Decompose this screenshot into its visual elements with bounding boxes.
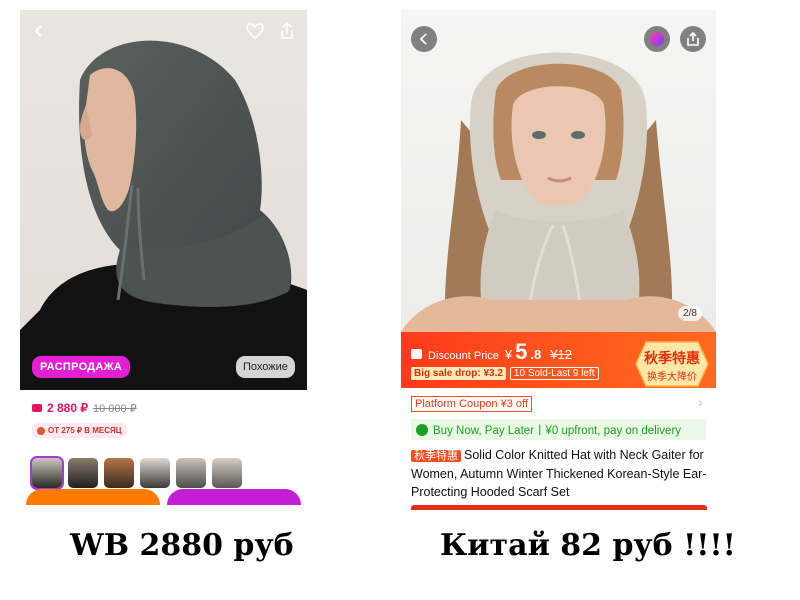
price-tag-icon	[411, 349, 422, 359]
discount-price-line: Discount Price ¥ 5 .8 ¥12	[411, 339, 572, 365]
thumbnail-strip	[30, 456, 242, 490]
title-promo-tag: 秋季特惠	[411, 450, 461, 462]
coin-icon	[37, 426, 45, 435]
bnpl-icon	[416, 423, 428, 436]
autumn-badge-line1: 秋季特惠	[644, 350, 700, 366]
model-beige-hood-image	[401, 52, 716, 332]
china-product-card: 2/8 Discount Price ¥ 5 .8 ¥12 Big sale d…	[401, 10, 716, 510]
bnpl-row[interactable]: Buy Now, Pay Later丨¥0 upfront, pay on de…	[411, 419, 706, 440]
add-to-cart-button[interactable]	[26, 489, 160, 505]
similar-button[interactable]: Похожие	[236, 356, 295, 378]
share-icon[interactable]	[680, 26, 706, 52]
autumn-badge-line2: 换季大降价	[647, 372, 697, 383]
sale-drop-tag: Big sale drop: ¥3.2	[411, 367, 506, 380]
autumn-sale-badge: 秋季特惠 换季大降价	[634, 340, 710, 388]
sold-tag: 10 Sold-Last 9 left	[509, 367, 599, 380]
buy-button-edge[interactable]	[411, 505, 707, 510]
image-counter: 2/8	[678, 306, 702, 321]
back-icon[interactable]	[411, 26, 437, 52]
chevron-right-icon[interactable]: ›	[698, 394, 703, 410]
thumbnail[interactable]	[68, 458, 98, 488]
wb-product-card: РАСПРОДАЖА Похожие 2 880 ₽ 10 000 ₽ ОТ 2…	[20, 10, 307, 505]
product-title: 秋季特惠 Solid Color Knitted Hat with Neck Ga…	[411, 446, 711, 501]
price-integer: 5	[515, 339, 528, 364]
thumbnail[interactable]	[30, 456, 64, 490]
installment-badge: ОТ 275 ₽ В МЕСЯЦ	[32, 423, 127, 438]
thumbnail[interactable]	[212, 458, 242, 488]
share-icon[interactable]	[274, 18, 300, 44]
old-price: ¥12	[550, 347, 572, 362]
caption-right: Китай 82 руб !!!!	[440, 528, 736, 563]
back-icon[interactable]	[26, 18, 52, 44]
price-row: 2 880 ₽ 10 000 ₽	[32, 401, 137, 415]
discount-banner: Discount Price ¥ 5 .8 ¥12 Big sale drop:…	[401, 332, 716, 388]
installment-text: ОТ 275 ₽ В МЕСЯЦ	[48, 426, 122, 435]
currency: ¥	[504, 347, 513, 362]
discount-tags: Big sale drop: ¥3.2 10 Sold-Last 9 left	[411, 367, 599, 380]
sale-badge: РАСПРОДАЖА	[32, 356, 131, 378]
thumbnail[interactable]	[104, 458, 134, 488]
coupon-badge[interactable]: Platform Coupon ¥3 off	[411, 396, 532, 412]
price-decimal: .8	[530, 347, 542, 362]
discount-label: Discount Price	[428, 350, 499, 362]
bnpl-text: Buy Now, Pay Later丨¥0 upfront, pay on de…	[433, 424, 682, 437]
current-price: 2 880 ₽	[47, 401, 88, 415]
product-photo[interactable]	[401, 10, 716, 332]
thumbnail[interactable]	[140, 458, 170, 488]
old-price: 10 000 ₽	[93, 402, 137, 415]
thumbnail[interactable]	[176, 458, 206, 488]
heart-icon[interactable]	[242, 18, 268, 44]
model-gray-hood-image	[20, 40, 307, 390]
wallet-icon	[32, 404, 42, 412]
assistant-icon[interactable]	[644, 26, 670, 52]
product-photo[interactable]	[20, 10, 307, 390]
buy-now-button[interactable]	[167, 489, 301, 505]
caption-left: WB 2880 руб	[70, 528, 294, 563]
